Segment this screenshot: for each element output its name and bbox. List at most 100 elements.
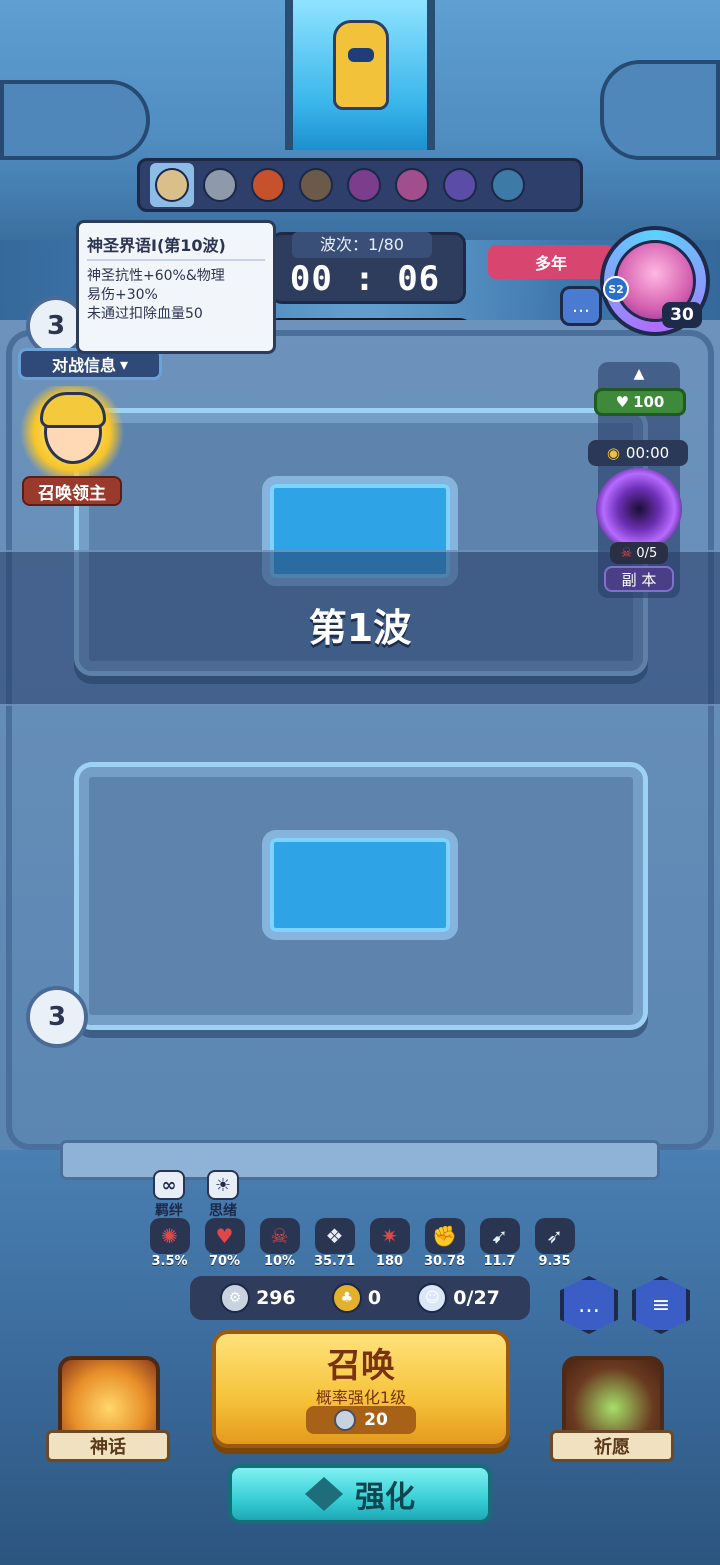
stat-buff-value: 35.71 [313,1254,356,1269]
monster-portrait [251,168,285,202]
eagle-monster-icon[interactable] [294,163,338,207]
wing-icon: ❖ [314,1218,355,1254]
silver-coin-icon: ⚙ [220,1283,251,1313]
robot-arm-left [0,80,150,160]
player-level: 30 [662,302,702,328]
wave-counter: 波次：1/80 [292,232,432,258]
player-board-core [262,830,458,940]
wave-banner-text: 第1波 [308,606,412,650]
lightbulb-icon: ☀ [207,1170,239,1200]
tooltip-line: 神圣抗性+60%&物理 [87,268,225,284]
summon-subtitle: 概率强化1级 [315,1388,407,1407]
dungeon-portal[interactable] [596,468,682,550]
stat-buff[interactable]: ✊ 30.78 [417,1218,472,1274]
bond-icon: ∞ [153,1170,185,1200]
battle-info-label: 对战信息 [51,356,116,375]
thoughts-label: 思绪 [209,1203,237,1219]
capsule-robot [333,20,389,110]
twin-monster-icon[interactable] [486,163,530,207]
dungeon-timer: ◉ 00:00 [588,440,688,466]
wings-icon[interactable] [150,163,194,207]
stat-buff-value: 180 [375,1254,404,1269]
dungeon-timer-value: 00:00 [625,444,670,462]
stat-buff-value: 70% [208,1254,241,1269]
robot-monster-icon[interactable] [198,163,242,207]
thoughts-button[interactable]: ☀ 思绪 [198,1170,248,1220]
soul-icon: ☺ [417,1283,448,1313]
stat-buff-value: 3.5% [151,1254,188,1269]
chevron-down-icon: ▾ [119,354,129,374]
clover-coin-icon: ♣ [331,1283,362,1313]
burst-icon: ✷ [369,1218,410,1254]
summon-lord-button[interactable]: 召唤领主 [22,476,122,506]
monster-portrait [299,168,333,202]
bond-label: 羁绊 [155,1203,183,1219]
silver-value: 296 [256,1287,296,1309]
stat-buff[interactable]: ☠ 10% [252,1218,307,1274]
stat-buff-value: 10% [263,1254,296,1269]
tooltip-line: 未通过扣除血量50 [87,306,203,322]
stat-buff-value: 11.7 [483,1254,516,1269]
stat-buff-value: 9.35 [538,1254,571,1269]
soul-resource: ☺ 0/27 [417,1283,500,1313]
stat-buff[interactable]: ➶ 9.35 [527,1218,582,1274]
robot-visor [348,48,374,62]
summon-cost: 20 [306,1406,416,1434]
stat-buff-row: ✺ 3.5% ♥ 70% ☠ 10% ❖ 35.71 ✷ 180 ✊ 30.78 ➹ 11.7 ➶ 9.35 [142,1218,582,1274]
player-lives-bubble: 3 [26,986,88,1048]
monster-portrait [347,168,381,202]
summon-title: 召唤 [327,1346,395,1386]
dungeon-button[interactable]: 副 本 [604,566,674,592]
monster-portrait [443,168,477,202]
summon-cost-value: 20 [364,1410,388,1430]
stat-buff[interactable]: ✷ 180 [362,1218,417,1274]
soul-value: 0/27 [453,1287,500,1309]
twin-monster-icon[interactable] [438,163,482,207]
season-badge: S2 [603,276,629,302]
chevron-up-icon[interactable]: ▲ [628,366,650,382]
wave-timer: 00 : 06 [289,259,441,299]
monster-portrait [395,168,429,202]
crit-icon: ✺ [149,1218,190,1254]
stat-buff[interactable]: ✺ 3.5% [142,1218,197,1274]
monster-portrait [155,168,189,202]
stat-buff-value: 30.78 [423,1254,466,1269]
skull-icon: ☠ [620,545,633,561]
speed-icon: ➹ [479,1218,520,1254]
twin-monster-icon[interactable] [390,163,434,207]
wave-tooltip: 神圣界语Ⅰ(第10波) 神圣抗性+60%&物理 易伤+30% 未通过扣除血量50 [76,220,276,354]
menu-icon: ≡ [651,1292,671,1318]
silver-coin-icon [334,1409,357,1431]
skull-icon: ☠ [259,1218,300,1254]
chat-icon: … [578,1292,600,1318]
dungeon-hp: ♥ 100 [594,388,686,416]
dungeon-kill-count: ☠ 0/5 [610,542,668,564]
fire-monster-icon[interactable] [246,163,290,207]
heart-icon: ♥ [615,393,630,411]
upgrade-diamond-icon [305,1477,343,1511]
wish-label[interactable]: 祈愿 [550,1430,674,1462]
resource-bar: ⚙ 296 ♣ 0 ☺ 0/27 [190,1276,530,1320]
luck-resource: ♣ 0 [331,1283,382,1313]
luck-value: 0 [367,1287,382,1309]
bond-button[interactable]: ∞ 羁绊 [144,1170,194,1220]
stat-buff[interactable]: ❖ 35.71 [307,1218,362,1274]
robot-arm-right [600,60,720,160]
twin-monster-icon[interactable] [342,163,386,207]
heart-icon: ♥ [204,1218,245,1254]
stat-buff[interactable]: ➹ 11.7 [472,1218,527,1274]
dungeon-hp-value: 100 [633,393,665,411]
monster-portrait [491,168,525,202]
silver-resource: ⚙ 296 [220,1283,296,1313]
tooltip-line: 易伤+30% [87,287,158,303]
bow-icon: ➶ [534,1218,575,1254]
lord-hair [40,392,106,428]
chat-bubble-icon[interactable]: … [560,286,602,326]
upgrade-label: 强化 [355,1480,415,1515]
tooltip-description: 神圣抗性+60%&物理 易伤+30% 未通过扣除血量50 [87,267,265,324]
fist-icon: ✊ [424,1218,465,1254]
monster-portrait [203,168,237,202]
myth-label[interactable]: 神话 [46,1430,170,1462]
upgrade-button[interactable]: 强化 [228,1464,492,1524]
stat-buff[interactable]: ♥ 70% [197,1218,252,1274]
